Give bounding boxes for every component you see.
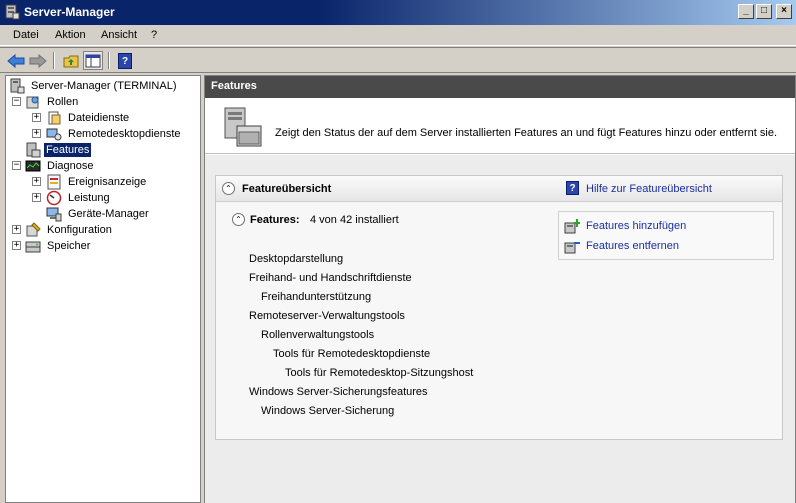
- panel-title: Featureübersicht: [242, 183, 332, 195]
- features-large-icon: [224, 107, 262, 147]
- expand-toggle[interactable]: +: [32, 129, 41, 138]
- storage-icon: [25, 241, 41, 253]
- close-button[interactable]: ×: [776, 4, 792, 19]
- menu-bar: Datei Aktion Ansicht ?: [0, 25, 796, 46]
- tree-item-diagnose[interactable]: − Diagnose: [12, 158, 198, 174]
- maximize-button[interactable]: □: [756, 4, 772, 19]
- feature-item: Freihandunterstützung: [261, 291, 372, 303]
- minimize-button[interactable]: _: [738, 4, 754, 19]
- expand-toggle[interactable]: +: [12, 225, 21, 234]
- feature-item: Rollenverwaltungstools: [261, 329, 375, 341]
- features-icon: [26, 142, 41, 158]
- details-header: Features: [205, 76, 795, 98]
- toolbar-separator: [53, 52, 55, 69]
- window-title: Server-Manager: [24, 5, 115, 19]
- details-pane: Features Zeigt den Status der auf dem Se…: [204, 75, 796, 503]
- toolbar: ?: [0, 47, 796, 73]
- collapse-toggle[interactable]: −: [12, 161, 21, 170]
- feature-item: Remoteserver-Verwaltungstools: [249, 310, 405, 322]
- tree-item-features[interactable]: Features: [25, 142, 198, 158]
- tree-label: Speicher: [47, 240, 91, 252]
- remove-features-icon: [564, 242, 580, 254]
- show-hide-tree-button[interactable]: [83, 51, 103, 70]
- tree-label: Remotedesktopdienste: [68, 128, 181, 140]
- panel-header: ⌃ Featureübersicht ? Hilfe zur Featureüb…: [216, 176, 782, 202]
- tree-item-leistung[interactable]: + Leistung: [32, 190, 198, 206]
- event-viewer-icon: [47, 174, 61, 190]
- help-button[interactable]: ?: [115, 51, 135, 70]
- back-arrow-icon: [7, 53, 25, 68]
- tree-label: Geräte-Manager: [68, 208, 149, 220]
- feature-item: Windows Server-Sicherung: [261, 405, 395, 417]
- tree-item-konfiguration[interactable]: + Konfiguration: [12, 222, 198, 238]
- menu-datei[interactable]: Datei: [13, 29, 39, 41]
- title-bar[interactable]: Server-Manager _ □ ×: [0, 0, 796, 25]
- expand-toggle[interactable]: +: [32, 113, 41, 122]
- tree-item-remotedesktopdienste[interactable]: + Remotedesktopdienste: [32, 126, 198, 142]
- collapse-toggle[interactable]: −: [12, 97, 21, 106]
- expand-toggle[interactable]: +: [12, 241, 21, 250]
- feature-item: Windows Server-Sicherungsfeatures: [249, 386, 428, 398]
- feature-item: Tools für Remotedesktop-Sitzungshost: [285, 367, 474, 379]
- tree-item-ereignisanzeige[interactable]: + Ereignisanzeige: [32, 174, 198, 190]
- back-button[interactable]: [6, 51, 26, 70]
- configuration-icon: [26, 222, 41, 237]
- description-area: Zeigt den Status der auf dem Server inst…: [205, 98, 795, 154]
- collapse-section-button[interactable]: ⌃: [222, 182, 235, 195]
- menu-ansicht[interactable]: Ansicht: [101, 29, 137, 41]
- roles-icon: [26, 96, 39, 109]
- expand-toggle[interactable]: +: [32, 177, 41, 186]
- tree-item-dateidienste[interactable]: + Dateidienste: [32, 110, 198, 126]
- feature-item: Freihand- und Handschriftdienste: [249, 272, 412, 284]
- server-icon: [10, 78, 25, 94]
- feature-item: Tools für Remotedesktopdienste: [273, 348, 431, 360]
- tree-label: Server-Manager (TERMINAL): [31, 80, 177, 92]
- add-features-icon: [564, 219, 580, 234]
- actions-box: Features hinzufügen Features entfernen: [558, 211, 774, 260]
- up-folder-icon: [63, 55, 79, 67]
- description-text: Zeigt den Status der auf dem Server inst…: [275, 127, 778, 139]
- tree-label: Dateidienste: [68, 112, 130, 124]
- tree-item-rollen[interactable]: − Rollen: [12, 94, 198, 110]
- server-manager-icon: [5, 4, 20, 20]
- remove-features-link[interactable]: Features entfernen: [586, 240, 679, 252]
- expand-toggle[interactable]: +: [32, 193, 41, 202]
- features-count: 4 von 42 installiert: [310, 214, 399, 226]
- menu-help[interactable]: ?: [151, 29, 157, 41]
- collapse-features-button[interactable]: ⌃: [232, 213, 245, 226]
- help-icon: ?: [566, 181, 579, 195]
- show-hide-console-tree-icon: [85, 54, 101, 67]
- remote-desktop-icon: [46, 128, 62, 141]
- device-manager-icon: [46, 207, 62, 222]
- tree-label: Rollen: [47, 96, 79, 108]
- tree-item-server-manager[interactable]: Server-Manager (TERMINAL): [9, 78, 199, 94]
- console-tree[interactable]: Server-Manager (TERMINAL) − Rollen + Dat…: [5, 75, 201, 503]
- tree-label: Leistung: [68, 192, 110, 204]
- add-features-link[interactable]: Features hinzufügen: [586, 220, 686, 232]
- help-icon: ?: [118, 52, 132, 69]
- performance-icon: [46, 190, 62, 206]
- tree-label: Konfiguration: [47, 224, 112, 236]
- forward-arrow-icon: [29, 53, 47, 68]
- file-services-icon: [48, 111, 61, 125]
- feature-item: Desktopdarstellung: [249, 253, 344, 265]
- diagnostics-icon: [25, 160, 41, 172]
- tree-label: Ereignisanzeige: [68, 176, 147, 188]
- help-link[interactable]: Hilfe zur Featureübersicht: [586, 183, 712, 195]
- tree-label: Diagnose: [47, 160, 94, 172]
- menu-aktion[interactable]: Aktion: [55, 29, 86, 41]
- features-label: Features:: [250, 214, 300, 226]
- tree-label: Features: [44, 143, 92, 157]
- tree-item-geraete-manager[interactable]: Geräte-Manager: [46, 206, 198, 222]
- feature-summary-panel: ⌃ Featureübersicht ? Hilfe zur Featureüb…: [215, 175, 783, 440]
- tree-item-speicher[interactable]: + Speicher: [12, 238, 198, 254]
- window-controls: _ □ ×: [738, 4, 792, 19]
- features-area: ⌃ Features: 4 von 42 installiert Desktop…: [216, 203, 782, 439]
- forward-button[interactable]: [28, 51, 48, 70]
- up-button[interactable]: [61, 51, 81, 70]
- details-body: ⌃ Featureübersicht ? Hilfe zur Featureüb…: [205, 155, 795, 503]
- toolbar-separator: [108, 52, 110, 69]
